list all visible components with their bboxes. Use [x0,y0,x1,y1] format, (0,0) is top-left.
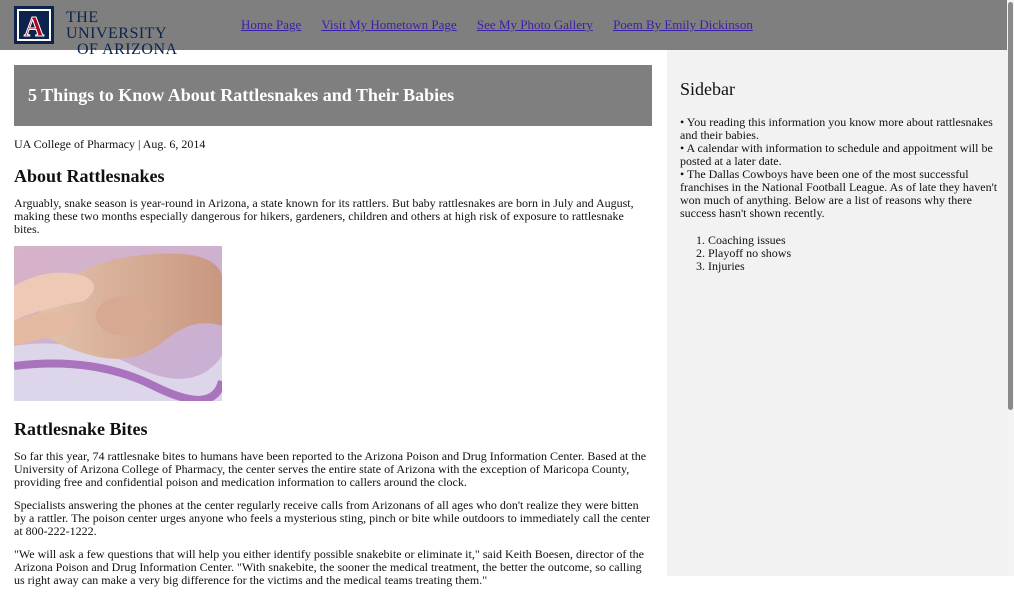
university-logo[interactable]: A THE UNIVERSITY OF ARIZONA [14,6,194,58]
sidebar-title: Sidebar [680,79,735,99]
site-header: A THE UNIVERSITY OF ARIZONA Home Page Vi… [0,0,1014,58]
nav-hometown[interactable]: Visit My Hometown Page [321,17,456,32]
scrollbar-thumb[interactable] [1008,2,1013,410]
main-nav: Home Page Visit My Hometown Page See My … [241,17,770,33]
nav-home[interactable]: Home Page [241,17,301,32]
bites-paragraph-3: "We will ask a few questions that will h… [14,547,645,587]
nav-poem[interactable]: Poem By Emily Dickinson [613,17,753,32]
bites-paragraph-1: So far this year, 74 rattlesnake bites t… [14,449,647,489]
logo-wordmark: THE UNIVERSITY OF ARIZONA [66,10,194,58]
reason-item: Injuries [708,260,1002,273]
bites-paragraph-2: Specialists answering the phones at the … [14,498,651,538]
article-byline: UA College of Pharmacy | Aug. 6, 2014 [14,137,206,151]
nav-photo-gallery[interactable]: See My Photo Gallery [477,17,593,32]
sidebar-item: The Dallas Cowboys have been one of the … [680,168,1002,220]
reason-item: Playoff no shows [708,247,1002,260]
baby-foot-photo [14,246,222,401]
vertical-scrollbar[interactable] [1007,0,1014,576]
sidebar: Sidebar You reading this information you… [667,50,1007,576]
main-content: 5 Things to Know About Rattlesnakes and … [14,65,652,597]
block-a-icon: A [14,6,54,44]
sidebar-content: You reading this information you know mo… [680,116,1002,273]
sidebar-bullet-list: You reading this information you know mo… [680,116,1002,220]
about-paragraph: Arguably, snake season is year-round in … [14,196,634,236]
logo-line-1: THE UNIVERSITY [66,9,167,42]
logo-mark-letter: A [24,12,45,43]
reasons-list: Coaching issues Playoff no shows Injurie… [680,234,1002,273]
sidebar-item: You reading this information you know mo… [680,116,1002,142]
logo-line-2: OF ARIZONA [77,41,178,58]
section-heading-bites: Rattlesnake Bites [14,419,148,439]
section-heading-about: About Rattlesnakes [14,166,165,186]
article-title: 5 Things to Know About Rattlesnakes and … [28,85,455,105]
sidebar-item: A calendar with information to schedule … [680,142,1002,168]
article-title-banner: 5 Things to Know About Rattlesnakes and … [14,65,652,126]
